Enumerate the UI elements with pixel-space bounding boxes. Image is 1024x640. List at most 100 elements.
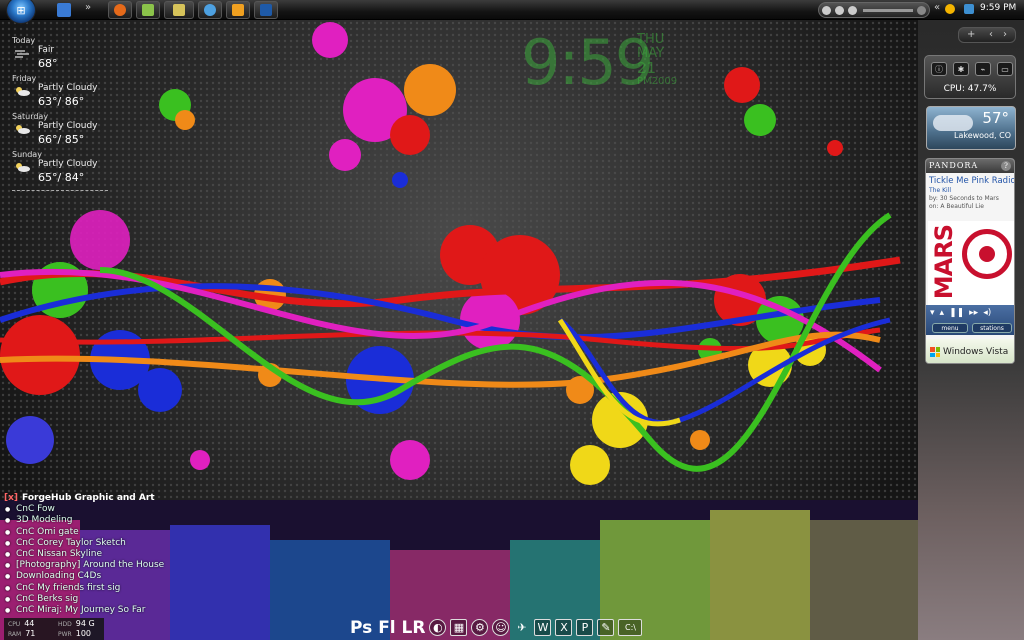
windows-flag-icon [930, 347, 940, 357]
graph-icon[interactable]: ⌁ [975, 62, 991, 76]
weather-day-label: Saturday [12, 112, 49, 121]
processes-icon[interactable]: ✱ [953, 62, 969, 76]
pandora-stations-button[interactable]: stations [972, 323, 1012, 333]
messenger-tray-icon[interactable] [945, 4, 955, 14]
weather-condition: Fair [38, 45, 55, 55]
quick-launch-overflow-icon[interactable]: » [85, 2, 91, 13]
pandora-header: PANDORA ? [926, 159, 1014, 173]
power-stat: PWR 100 [58, 629, 92, 638]
media-player-toolbar [818, 2, 930, 18]
weather-day-row: Friday Partly Cloudy 63°/ 86° [12, 74, 112, 112]
rss-item[interactable]: 3D Modeling [4, 515, 174, 526]
weather-gadget: Today Fair 68° Friday Partly Cloudy 63°/… [12, 36, 112, 191]
partly-cloudy-icon [16, 163, 30, 172]
weather-condition: Partly Cloudy [38, 83, 98, 93]
word-icon[interactable]: W [534, 619, 552, 636]
sidebar-prev-button[interactable]: ‹ [989, 29, 993, 40]
thumbs-up-icon[interactable]: ▴ [940, 308, 945, 318]
pandora-song-title[interactable]: The Kill [926, 187, 1014, 195]
album-art: MARS [928, 221, 1014, 305]
sidebar-weather-temp: 57° [982, 109, 1009, 127]
show-desktop-icon[interactable] [57, 3, 71, 17]
folder-icon [173, 4, 185, 16]
previous-track-icon[interactable] [822, 6, 831, 15]
rss-item[interactable]: CnC Fow [4, 504, 174, 515]
rss-item[interactable]: Downloading C4Ds [4, 571, 174, 582]
taskbar-firefox-button[interactable] [108, 1, 132, 19]
pandora-station-name[interactable]: Tickle Me Pink Radio [926, 173, 1014, 187]
add-gadget-button[interactable]: + [967, 29, 975, 40]
firefox-icon [114, 4, 126, 16]
album-art-text: MARS [930, 225, 958, 300]
partly-cloudy-icon [16, 125, 30, 134]
notepad-icon [142, 4, 154, 16]
rss-item[interactable]: [Photography] Around the House [4, 560, 174, 571]
rss-close-button[interactable]: [x] [4, 493, 18, 503]
firefox-icon[interactable]: ◐ [429, 619, 447, 636]
clock-time: 9:59 [521, 26, 654, 99]
cmd-icon[interactable]: C:\ [618, 619, 643, 636]
pandora-menu-button[interactable]: menu [932, 323, 968, 333]
weather-day-label: Sunday [12, 150, 42, 159]
excel-icon[interactable]: X [555, 619, 573, 636]
rss-item[interactable]: CnC Berks sig [4, 594, 174, 605]
clock-date: THU MAY 21 PM2009 [637, 33, 707, 89]
taskbar-messenger-button[interactable] [198, 1, 222, 19]
weather-condition: Partly Cloudy [38, 121, 98, 131]
thumbs-down-icon[interactable]: ▾ [930, 308, 935, 318]
windows-vista-label: Windows Vista [943, 347, 1009, 357]
info-icon[interactable]: ⓘ [931, 62, 947, 76]
weather-day-row: Today Fair 68° [12, 36, 112, 74]
display-icon[interactable]: ▭ [997, 62, 1013, 76]
rss-item[interactable]: CnC My friends first sig [4, 583, 174, 594]
cloud-icon [933, 115, 973, 131]
publisher-icon[interactable]: P [576, 619, 594, 636]
pandora-help-button[interactable]: ? [1001, 161, 1011, 171]
next-track-icon[interactable] [848, 6, 857, 15]
paint-icon[interactable]: ✈ [513, 619, 530, 636]
taskbar-group-button[interactable] [164, 1, 194, 19]
cpu-usage-label: CPU: 47.7% [943, 84, 997, 94]
sidebar-next-button[interactable]: › [1003, 29, 1007, 40]
rss-item[interactable]: CnC Miraj: My Journey So Far [4, 605, 174, 616]
rss-item[interactable]: CnC Omi gate [4, 527, 174, 538]
weather-day-row: Sunday Partly Cloudy 65°/ 84° [12, 150, 112, 188]
taskbar-photoshop-button[interactable] [254, 1, 278, 19]
notepad-icon[interactable]: ✎ [597, 619, 615, 636]
cpu-meter-gadget: ⓘ ✱ ⌁ ▭ CPU: 47.7% [924, 55, 1016, 99]
taskbar-clock[interactable]: 9:59 PM [980, 3, 1016, 13]
taskbar-notepad-button[interactable] [136, 1, 160, 19]
tray-back-icon[interactable]: « [934, 2, 940, 13]
taskbar: ⊞ » « 9:59 PM [0, 0, 1024, 24]
sidebar-weather-gadget: 57° Lakewood, CO [926, 106, 1016, 150]
seek-slider[interactable] [863, 9, 913, 12]
windows-vista-badge: Windows Vista [926, 339, 1014, 363]
taskbar-illustrator-button[interactable] [226, 1, 250, 19]
ram-stat: RAM 71 [8, 629, 36, 638]
clock-date-number: 21 [637, 59, 657, 77]
volume-icon[interactable]: ◂) [983, 308, 991, 318]
pandora-logo: PANDORA [929, 161, 979, 170]
pandora-album: on: A Beautiful Lie [929, 203, 984, 210]
sidebar-toolbar: + ‹ › [958, 27, 1016, 43]
clock-day: THU [637, 32, 665, 47]
sidebar-weather-location: Lakewood, CO [953, 131, 1011, 140]
rss-item[interactable]: CnC Corey Taylor Sketch [4, 538, 174, 549]
calculator-icon[interactable]: ▦ [450, 619, 468, 636]
adobe-apps-shortcuts[interactable]: Ps Fl LR [350, 618, 425, 638]
steam-icon[interactable]: ⚙ [471, 619, 489, 636]
cpu-stat: CPU 44 [8, 619, 35, 628]
skip-icon[interactable]: ▸▸ [969, 308, 978, 318]
weather-temp: 65°/ 84° [38, 171, 85, 184]
rss-item[interactable]: CnC Nissan Skyline [4, 549, 174, 560]
messenger-icon[interactable]: ☺ [492, 619, 510, 636]
wind-icon [15, 50, 29, 58]
rss-feed-title[interactable]: ForgeHub Graphic and Art [22, 493, 155, 503]
stop-icon[interactable] [835, 6, 844, 15]
clock-gadget: 9:59 THU MAY 21 PM2009 [521, 26, 677, 99]
weather-day-label: Friday [12, 74, 37, 83]
rss-feed-gadget: [x] ForgeHub Graphic and Art CnC Fow 3D M… [4, 493, 174, 616]
volume-icon[interactable] [917, 6, 926, 15]
network-tray-icon[interactable] [964, 4, 974, 14]
pause-icon[interactable]: ❚❚ [949, 308, 964, 318]
